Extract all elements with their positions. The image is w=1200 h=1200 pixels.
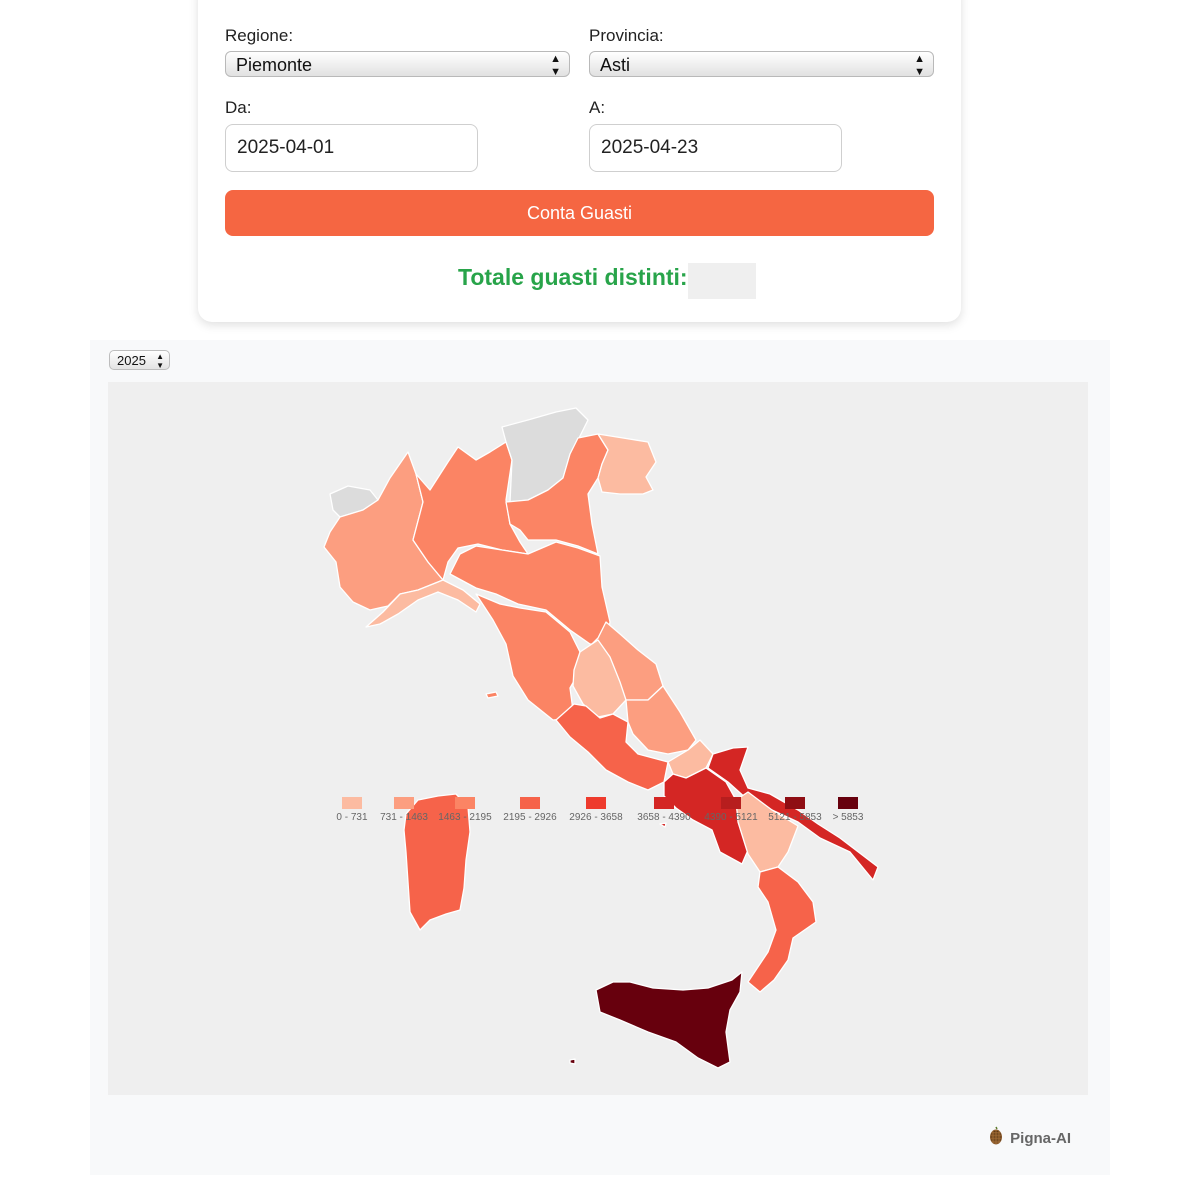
- legend-item: 4390 - 5121: [699, 797, 763, 823]
- map-area: [108, 382, 1088, 1095]
- region-capri: [659, 822, 667, 828]
- year-select-value: 2025: [117, 353, 146, 368]
- legend-swatch: [721, 797, 741, 809]
- select-arrows-icon: ▲ ▼: [550, 53, 561, 78]
- province-select-value: Asti: [600, 55, 631, 75]
- legend-item: > 5853: [827, 797, 869, 823]
- region-select[interactable]: Piemonte ▲ ▼: [225, 51, 570, 78]
- legend-swatch: [342, 797, 362, 809]
- legend-item: 3658 - 4390: [632, 797, 696, 823]
- legend-swatch: [394, 797, 414, 809]
- legend-label: 1463 - 2195: [438, 812, 492, 823]
- from-date-label: Da:: [225, 98, 252, 117]
- region-elba: [485, 691, 499, 699]
- total-faults-label: Totale guasti distinti:: [458, 264, 688, 290]
- brand-name: Pigna-AI: [1010, 1130, 1072, 1147]
- legend-label: 3658 - 4390: [637, 812, 691, 823]
- select-arrows-icon: ▲ ▼: [914, 53, 925, 78]
- legend-item: 1463 - 2195: [434, 797, 496, 823]
- legend-item: 2195 - 2926: [499, 797, 561, 823]
- legend-item: 5121 - 5853: [765, 797, 825, 823]
- legend-label: 5121 - 5853: [768, 812, 822, 823]
- legend-swatch: [586, 797, 606, 809]
- to-date-input[interactable]: 2025-04-23: [589, 124, 842, 172]
- legend-swatch: [520, 797, 540, 809]
- legend-item: 2926 - 3658: [565, 797, 627, 823]
- to-date-label: A:: [589, 98, 606, 117]
- select-arrows-icon: ▲ ▼: [156, 352, 164, 370]
- region-sicilia[interactable]: [595, 971, 743, 1069]
- legend-swatch: [455, 797, 475, 809]
- legend-label: > 5853: [832, 812, 864, 823]
- legend-label: 731 - 1463: [380, 812, 428, 823]
- province-select[interactable]: Asti ▲ ▼: [589, 51, 934, 78]
- legend-item: 0 - 731: [333, 797, 371, 823]
- year-select[interactable]: 2025 ▲ ▼: [109, 350, 170, 370]
- from-date-input[interactable]: 2025-04-01: [225, 124, 478, 172]
- region-calabria[interactable]: [747, 866, 817, 993]
- legend-swatch: [838, 797, 858, 809]
- total-faults-value: [688, 263, 756, 299]
- legend-label: 0 - 731: [336, 812, 368, 823]
- region-friuli-venezia-giulia[interactable]: [597, 433, 657, 495]
- region-pantelleria: [569, 1058, 576, 1065]
- province-label: Provincia:: [589, 26, 664, 45]
- map-panel: 2025 ▲ ▼: [90, 340, 1110, 1175]
- legend-label: 4390 - 5121: [704, 812, 758, 823]
- italy-map: [323, 407, 879, 1069]
- region-select-value: Piemonte: [236, 55, 313, 75]
- legend-label: 2926 - 3658: [569, 812, 623, 823]
- brand: Pigna-AI: [988, 1126, 1071, 1149]
- legend-swatch: [785, 797, 805, 809]
- count-faults-button[interactable]: Conta Guasti: [225, 190, 934, 236]
- legend-item: 731 - 1463: [375, 797, 433, 823]
- region-label: Regione:: [225, 26, 294, 45]
- pinecone-icon: [988, 1126, 1006, 1149]
- legend-label: 2195 - 2926: [503, 812, 557, 823]
- legend-swatch: [654, 797, 674, 809]
